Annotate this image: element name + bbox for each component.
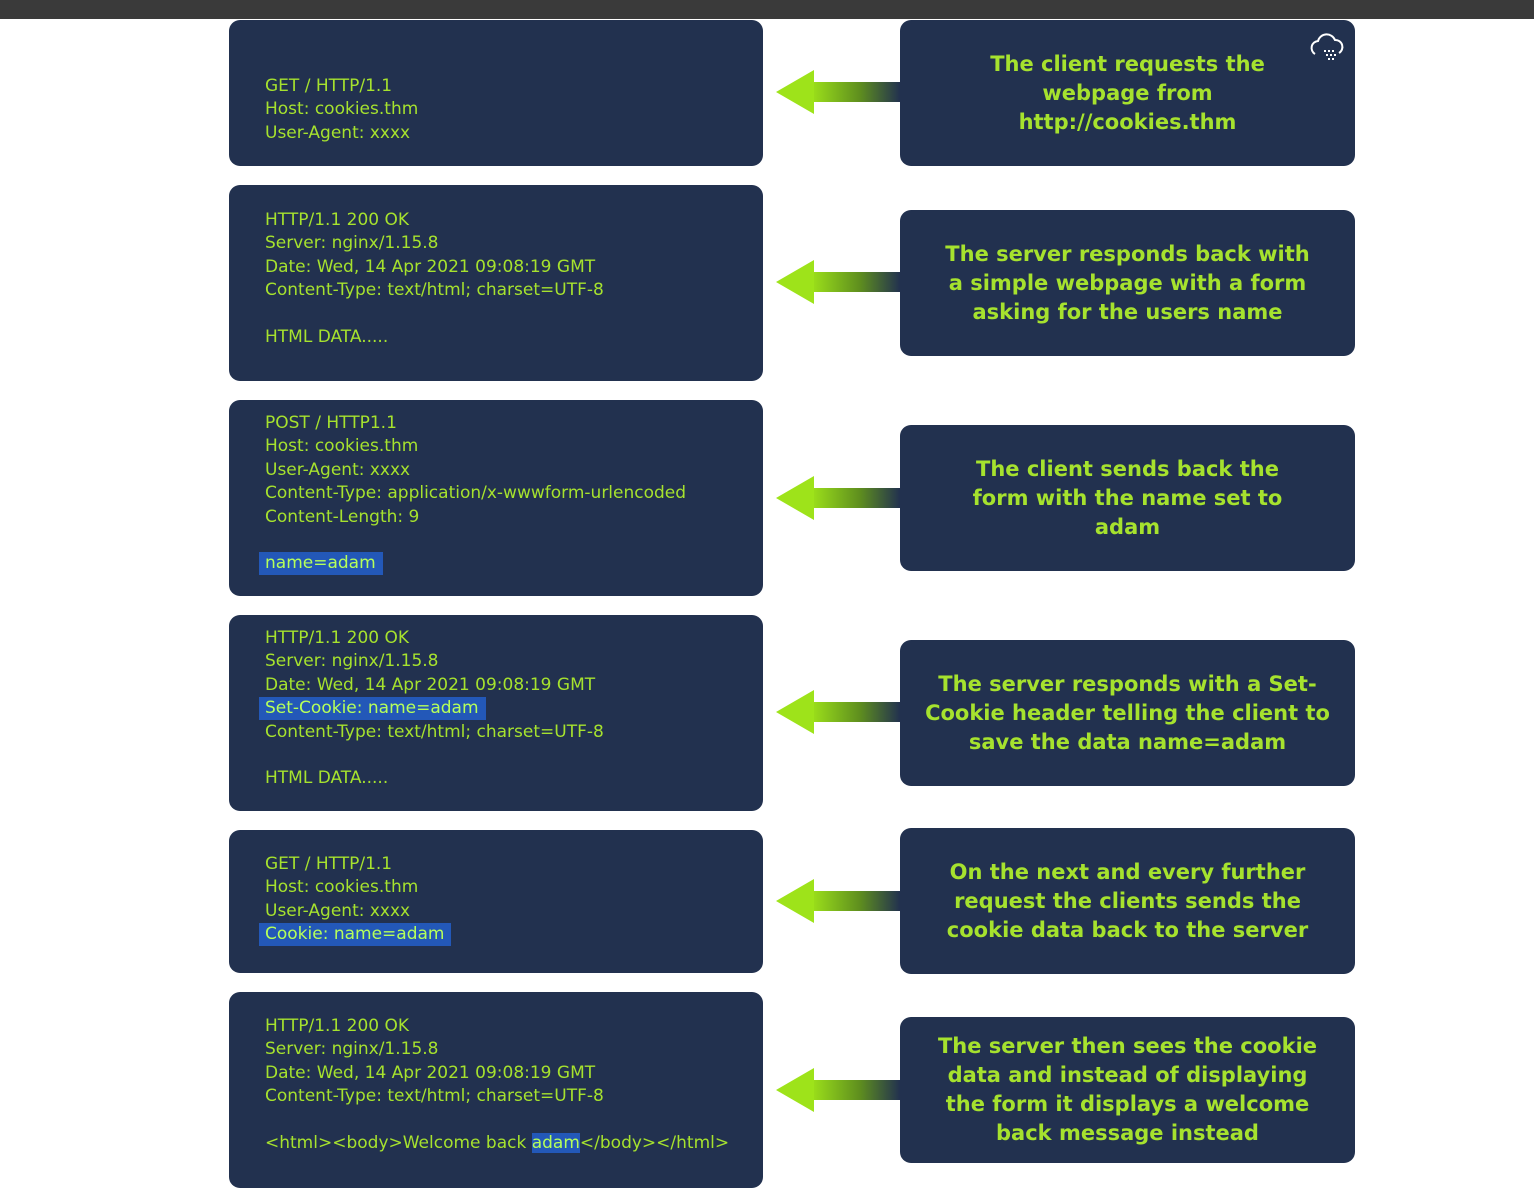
highlighted-cookie-header: Cookie: name=adam <box>259 923 452 947</box>
request-card-5: GET / HTTP/1.1 Host: cookies.thm User-Ag… <box>229 830 763 973</box>
message-line: GET / HTTP/1.1 <box>265 854 393 874</box>
highlighted-form-data: name=adam <box>259 552 383 576</box>
step-description: The client requests the webpage from htt… <box>990 51 1265 134</box>
arrow-head <box>776 476 814 520</box>
message-text: <html><body>Welcome back <box>265 1132 532 1153</box>
message-line: Host: cookies.thm <box>265 877 419 898</box>
request-card-3: POST / HTTP1.1 Host: cookies.thm User-Ag… <box>229 400 763 596</box>
description-card-5: On the next and every further request th… <box>900 828 1355 974</box>
message-line: Server: nginx/1.15.8 <box>265 233 439 254</box>
arrow-left-icon <box>776 879 900 923</box>
message-line: HTML DATA..... <box>265 768 389 789</box>
highlighted-username: adam <box>531 1132 580 1153</box>
message-line: POST / HTTP1.1 <box>265 413 397 433</box>
arrow-shaft <box>810 82 900 102</box>
arrow-left-icon <box>776 260 900 304</box>
description-card-4: The server responds with a Set-Cookie he… <box>900 640 1355 786</box>
message-line-blank <box>265 1109 763 1132</box>
step-description: The server responds with a Set-Cookie he… <box>925 671 1330 754</box>
description-card-6: The server then sees the cookie data and… <box>900 1017 1355 1163</box>
request-card-1: GET / HTTP/1.1 Host: cookies.thm User-Ag… <box>229 20 763 166</box>
message-line-welcome: <html><body>Welcome back adam</body></ht… <box>265 1132 763 1155</box>
arrow-left-icon <box>776 1068 900 1112</box>
message-line-blank <box>265 529 763 552</box>
message-line-blank <box>265 303 763 326</box>
message-line: Host: cookies.thm <box>265 436 419 457</box>
message-line: HTML DATA..... <box>265 326 389 347</box>
message-line: HTTP/1.1 200 OK <box>265 210 410 230</box>
message-line: Content-Type: text/html; charset=UTF-8 <box>265 280 604 301</box>
message-line: Content-Type: application/x-wwwform-urle… <box>265 483 687 504</box>
message-line: Content-Type: text/html; charset=UTF-8 <box>265 721 604 742</box>
arrow-head <box>776 70 814 114</box>
message-line: Content-Type: text/html; charset=UTF-8 <box>265 1086 604 1107</box>
arrow-shaft <box>810 272 900 292</box>
message-line: Date: Wed, 14 Apr 2021 09:08:19 GMT <box>265 674 596 695</box>
arrow-left-icon <box>776 690 900 734</box>
message-line-blank <box>265 744 763 767</box>
step-description: The server responds back with a simple w… <box>945 241 1310 324</box>
arrow-shaft <box>810 891 900 911</box>
message-line: Date: Wed, 14 Apr 2021 09:08:19 GMT <box>265 1062 596 1083</box>
step-description: The server then sees the cookie data and… <box>937 1034 1318 1145</box>
step-description: The client sends back the form with the … <box>972 456 1283 539</box>
arrow-left-icon <box>776 70 900 114</box>
message-line: User-Agent: xxxx <box>265 900 411 921</box>
arrow-head <box>776 1068 814 1112</box>
step-description: On the next and every further request th… <box>946 859 1309 942</box>
response-card-4: HTTP/1.1 200 OK Server: nginx/1.15.8 Dat… <box>229 615 763 811</box>
arrow-shaft <box>810 1080 900 1100</box>
response-card-2: HTTP/1.1 200 OK Server: nginx/1.15.8 Dat… <box>229 185 763 381</box>
message-line: User-Agent: xxxx <box>265 459 411 480</box>
message-text: </body></html> <box>579 1132 730 1153</box>
description-card-2: The server responds back with a simple w… <box>900 210 1355 356</box>
message-line: Content-Length: 9 <box>265 506 420 527</box>
description-card-3: The client sends back the form with the … <box>900 425 1355 571</box>
arrow-head <box>776 879 814 923</box>
response-card-6: HTTP/1.1 200 OK Server: nginx/1.15.8 Dat… <box>229 992 763 1188</box>
message-line: Date: Wed, 14 Apr 2021 09:08:19 GMT <box>265 256 596 277</box>
highlighted-set-cookie-header: Set-Cookie: name=adam <box>259 697 486 721</box>
message-line: Server: nginx/1.15.8 <box>265 651 439 672</box>
arrow-shaft <box>810 702 900 722</box>
arrow-left-icon <box>776 476 900 520</box>
cloud-icon <box>1310 33 1344 60</box>
message-line: HTTP/1.1 200 OK <box>265 1016 410 1036</box>
message-line: GET / HTTP/1.1 <box>265 76 393 96</box>
arrow-head <box>776 260 814 304</box>
description-card-1: The client requests the webpage from htt… <box>900 20 1355 166</box>
arrow-shaft <box>810 488 900 508</box>
message-line: Server: nginx/1.15.8 <box>265 1039 439 1060</box>
message-line: User-Agent: xxxx <box>265 122 411 143</box>
arrow-head <box>776 690 814 734</box>
message-line: Host: cookies.thm <box>265 99 419 120</box>
message-line: HTTP/1.1 200 OK <box>265 628 410 648</box>
window-top-bar <box>0 0 1534 19</box>
